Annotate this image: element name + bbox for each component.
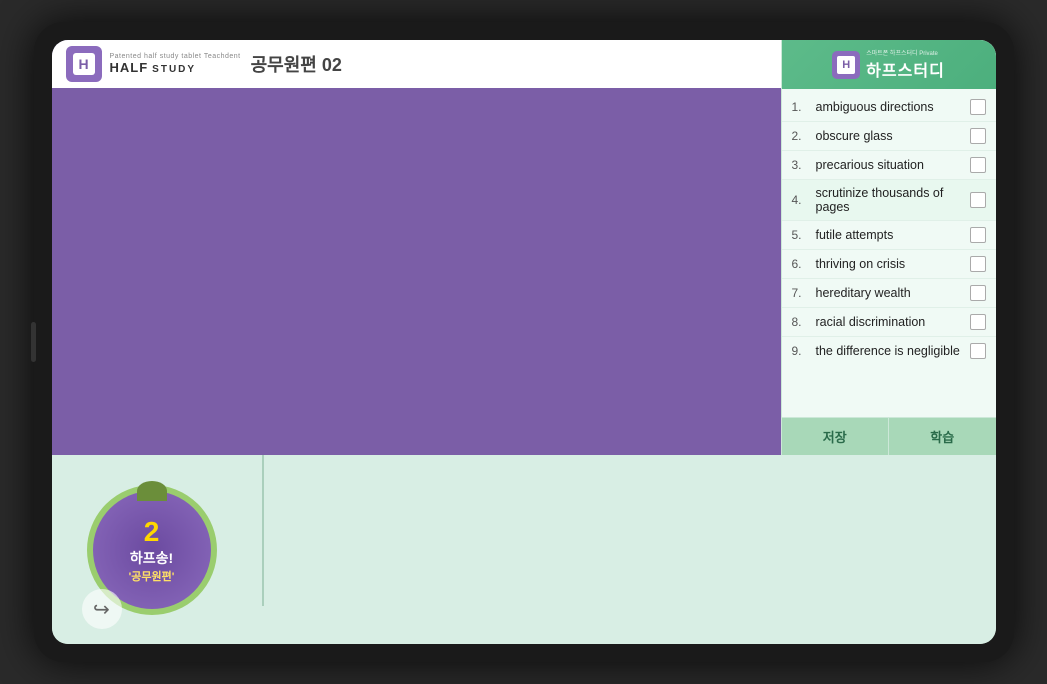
item-checkbox[interactable] [970,285,986,301]
item-text: obscure glass [816,129,964,143]
item-checkbox[interactable] [970,227,986,243]
side-button[interactable] [31,322,36,362]
sidebar-logo: H [832,51,860,79]
checklist-item[interactable]: 1. ambiguous directions [782,93,996,122]
brand-study-label: STUDY [152,64,196,75]
item-text: futile attempts [816,228,964,242]
item-number: 8. [792,315,810,329]
bottom-section: 2 하프송! '공무원편' ↩ [52,455,996,644]
top-section: H Patented half study tablet Teachdent H… [52,40,996,455]
sidebar-title-group: 스마트폰 하프스터디 Private 하프스터디 [866,48,945,81]
song-sub: '공무원편' [129,568,175,584]
item-text: thriving on crisis [816,257,964,271]
video-content[interactable] [52,88,781,455]
item-number: 2. [792,129,810,143]
item-number: 1. [792,100,810,114]
item-text: the difference is negligible [816,344,964,358]
item-number: 5. [792,228,810,242]
bottom-left: 2 하프송! '공무원편' [52,455,252,644]
checklist-item[interactable]: 4. scrutinize thousands of pages [782,180,996,221]
checklist-item[interactable]: 8. racial discrimination [782,308,996,337]
checklist: 1. ambiguous directions 2. obscure glass 3. p… [782,89,996,417]
song-label: 하프송! [130,548,173,568]
checklist-item[interactable]: 2. obscure glass [782,122,996,151]
item-number: 7. [792,286,810,300]
bottom-main [274,455,996,644]
video-title: 공무원편 02 [251,51,342,77]
sidebar-h-icon: H [842,59,850,71]
item-text: scrutinize thousands of pages [816,186,964,214]
checklist-item[interactable]: 6. thriving on crisis [782,250,996,279]
checklist-item[interactable]: 7. hereditary wealth [782,279,996,308]
brand-logo-inner: H [73,53,95,75]
sidebar-footer: 저장 학습 [782,417,996,455]
brand-text: Patented half study tablet Teachdent HAL… [110,53,241,75]
brand-h-icon: H [78,56,88,72]
tablet-screen: H Patented half study tablet Teachdent H… [52,40,996,644]
sidebar-brand-top: 스마트폰 하프스터디 Private [866,48,938,57]
item-checkbox[interactable] [970,256,986,272]
tablet: H Patented half study tablet Teachdent H… [34,22,1014,662]
item-text: precarious situation [816,158,964,172]
brand-logo-box: H [66,46,102,82]
item-checkbox[interactable] [970,343,986,359]
video-area: H Patented half study tablet Teachdent H… [52,40,781,455]
item-checkbox[interactable] [970,314,986,330]
item-text: ambiguous directions [816,100,964,114]
study-button[interactable]: 학습 [889,418,996,455]
checklist-item[interactable]: 9. the difference is negligible [782,337,996,365]
checklist-item[interactable]: 3. precarious situation [782,151,996,180]
item-number: 3. [792,158,810,172]
sidebar-logo-inner: H [837,56,855,74]
item-checkbox[interactable] [970,99,986,115]
sidebar-brand-name: 하프스터디 [866,57,945,81]
sidebar-header: H 스마트폰 하프스터디 Private 하프스터디 [782,40,996,89]
brand-half-label: HALF [110,61,149,75]
back-button[interactable]: ↩ [82,589,122,629]
save-button[interactable]: 저장 [782,418,890,455]
divider [262,455,264,606]
item-number: 6. [792,257,810,271]
video-header: H Patented half study tablet Teachdent H… [52,40,781,88]
checklist-item[interactable]: 5. futile attempts [782,221,996,250]
sidebar: H 스마트폰 하프스터디 Private 하프스터디 1. ambiguous d… [781,40,996,455]
item-number: 4. [792,193,810,207]
back-arrow-icon: ↩ [93,597,110,622]
song-number: 2 [144,516,160,548]
item-number: 9. [792,344,810,358]
item-checkbox[interactable] [970,157,986,173]
item-checkbox[interactable] [970,128,986,144]
item-checkbox[interactable] [970,192,986,208]
item-text: hereditary wealth [816,286,964,300]
item-text: racial discrimination [816,315,964,329]
